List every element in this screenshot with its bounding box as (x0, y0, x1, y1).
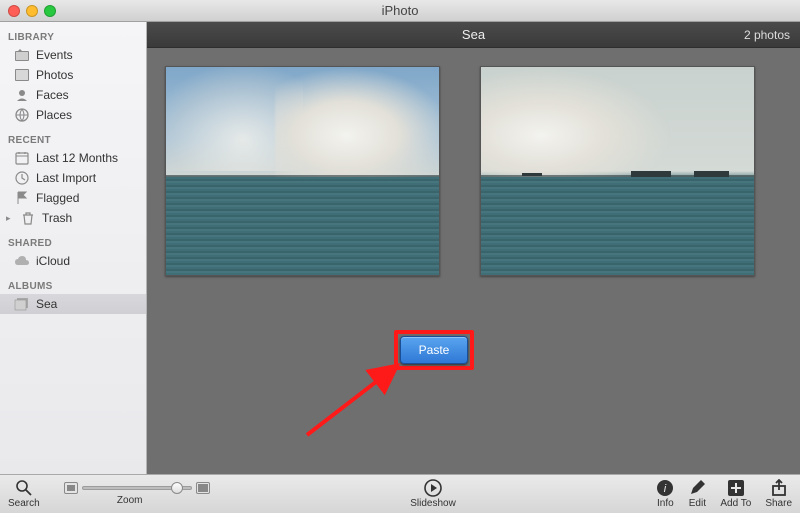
faces-icon (14, 87, 30, 103)
thumbnail-grid[interactable] (147, 48, 800, 276)
sidebar-item-icloud[interactable]: iCloud (0, 251, 146, 271)
album-title: Sea (462, 27, 485, 42)
album-icon (14, 296, 30, 312)
context-menu-highlight: Paste (394, 330, 474, 370)
search-icon (15, 479, 33, 497)
sidebar-item-label: Last Import (36, 171, 96, 185)
trash-icon (20, 210, 36, 226)
sidebar-item-flagged[interactable]: Flagged (0, 188, 146, 208)
sidebar-item-label: Sea (36, 297, 57, 311)
clock-icon (14, 170, 30, 186)
flag-icon (14, 190, 30, 206)
sidebar-item-label: Flagged (36, 191, 79, 205)
disclosure-triangle-icon[interactable]: ▸ (6, 213, 14, 224)
tool-label: Slideshow (410, 498, 456, 509)
share-tool[interactable]: Share (765, 479, 792, 509)
photo-thumbnail[interactable] (480, 66, 755, 276)
sidebar: LIBRARY Events Photos Faces Places RECEN… (0, 22, 147, 474)
tool-label: Search (8, 498, 40, 509)
edit-tool[interactable]: Edit (688, 479, 706, 509)
add-to-tool[interactable]: Add To (720, 479, 751, 509)
calendar-icon (14, 150, 30, 166)
sidebar-item-label: iCloud (36, 254, 70, 268)
photo-count: 2 photos (744, 28, 790, 42)
sidebar-header-shared: SHARED (0, 234, 146, 251)
bottom-toolbar: Search Zoom Slideshow i Info Edit Add To… (0, 474, 800, 513)
zoom-knob[interactable] (171, 482, 183, 494)
sidebar-item-last-import[interactable]: Last Import (0, 168, 146, 188)
sidebar-item-label: Places (36, 108, 72, 122)
globe-icon (14, 107, 30, 123)
plus-icon (727, 479, 745, 497)
paste-button[interactable]: Paste (400, 336, 468, 364)
events-icon (14, 47, 30, 63)
tool-label: Edit (689, 498, 706, 509)
tool-label: Add To (720, 498, 751, 509)
paste-label: Paste (419, 343, 450, 357)
pencil-icon (688, 479, 706, 497)
sidebar-item-sea[interactable]: Sea (0, 294, 146, 314)
sidebar-header-recent: RECENT (0, 131, 146, 148)
tool-label: Share (765, 498, 792, 509)
sidebar-header-library: LIBRARY (0, 28, 146, 45)
cloud-icon (14, 253, 30, 269)
share-icon (770, 479, 788, 497)
sidebar-item-trash[interactable]: ▸ Trash (0, 208, 146, 228)
close-button[interactable] (8, 5, 20, 17)
minimize-button[interactable] (26, 5, 38, 17)
window-title: iPhoto (0, 3, 800, 18)
zoom-out-icon[interactable] (64, 482, 78, 494)
sidebar-header-albums: ALBUMS (0, 277, 146, 294)
sidebar-item-label: Photos (36, 68, 73, 82)
tool-label: Zoom (117, 495, 143, 506)
sidebar-item-places[interactable]: Places (0, 105, 146, 125)
sidebar-item-faces[interactable]: Faces (0, 85, 146, 105)
window-controls (0, 5, 56, 17)
main-content: Sea 2 photos (147, 22, 800, 474)
info-tool[interactable]: i Info (656, 479, 674, 509)
search-tool[interactable]: Search (8, 479, 40, 509)
sidebar-item-photos[interactable]: Photos (0, 65, 146, 85)
titlebar: iPhoto (0, 0, 800, 22)
play-icon (424, 479, 442, 497)
photo-thumbnail[interactable] (165, 66, 440, 276)
zoom-tool: Zoom (50, 482, 210, 506)
sidebar-item-last-12-months[interactable]: Last 12 Months (0, 148, 146, 168)
info-icon: i (656, 479, 674, 497)
slideshow-tool[interactable]: Slideshow (410, 479, 456, 509)
zoom-slider[interactable] (82, 486, 192, 490)
zoom-in-icon[interactable] (196, 482, 210, 494)
sidebar-item-label: Trash (42, 211, 72, 225)
sidebar-item-label: Events (36, 48, 73, 62)
zoom-button[interactable] (44, 5, 56, 17)
photos-icon (14, 67, 30, 83)
album-header: Sea 2 photos (147, 22, 800, 48)
tool-label: Info (657, 498, 674, 509)
sidebar-item-label: Faces (36, 88, 69, 102)
sidebar-item-events[interactable]: Events (0, 45, 146, 65)
annotation-box: Paste (394, 330, 474, 370)
sidebar-item-label: Last 12 Months (36, 151, 118, 165)
